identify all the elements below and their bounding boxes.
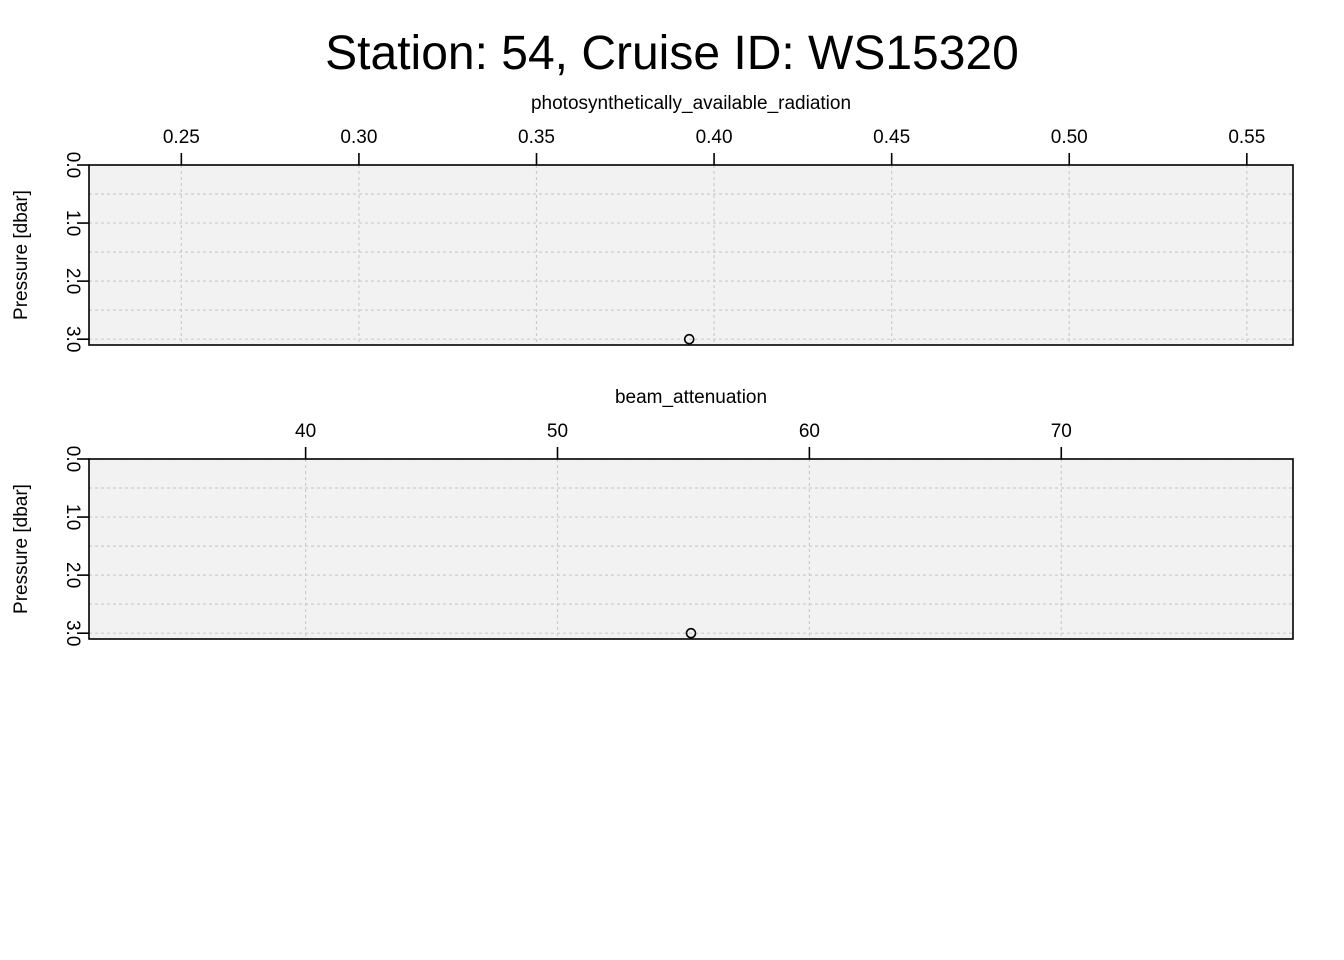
x-tick-label: 0.30 (340, 127, 377, 148)
y-axis-label: Pressure [dbar] (11, 484, 32, 614)
y-tick-label: 0.0 (62, 446, 83, 472)
x-tick-label: 70 (1051, 421, 1072, 442)
x-tick-label: 0.50 (1051, 127, 1088, 148)
x-tick-label: 50 (547, 421, 568, 442)
y-tick-label: 0.0 (62, 152, 83, 178)
plot-background (89, 165, 1293, 345)
x-tick-label: 0.40 (696, 127, 733, 148)
x-tick-label: 0.25 (163, 127, 200, 148)
x-axis-label: photosynthetically_available_radiation (531, 93, 851, 114)
y-tick-label: 3.0 (62, 326, 83, 352)
y-tick-label: 2.0 (62, 562, 83, 588)
figure-title: Station: 54, Cruise ID: WS15320 (325, 27, 1019, 80)
y-tick-label: 1.0 (62, 504, 83, 530)
y-tick-label: 2.0 (62, 268, 83, 294)
x-tick-label: 0.35 (518, 127, 555, 148)
x-tick-label: 60 (799, 421, 820, 442)
y-tick-label: 3.0 (62, 620, 83, 646)
plot-background (89, 459, 1293, 639)
y-axis-label: Pressure [dbar] (11, 190, 32, 320)
x-tick-label: 0.45 (873, 127, 910, 148)
figure: Station: 54, Cruise ID: WS15320 0.25 0.30… (0, 0, 1344, 960)
x-tick-label: 40 (295, 421, 316, 442)
x-axis-label: beam_attenuation (615, 387, 767, 408)
x-tick-label: 0.55 (1228, 127, 1265, 148)
y-tick-label: 1.0 (62, 210, 83, 236)
